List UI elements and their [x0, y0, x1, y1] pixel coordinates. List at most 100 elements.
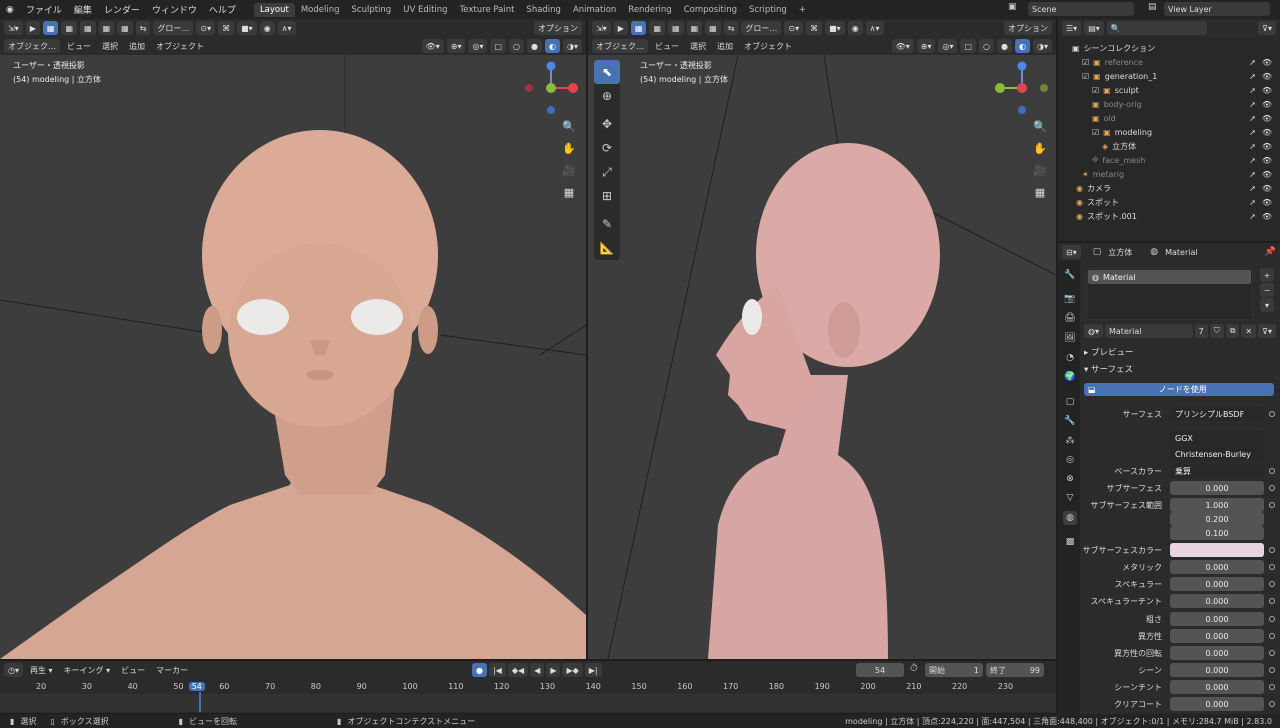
socket-icon[interactable]	[1269, 667, 1275, 673]
shading-material-icon-right[interactable]: ◐	[1015, 39, 1030, 53]
outliner-search-input[interactable]: 🔍	[1106, 21, 1207, 35]
outliner-row[interactable]: ✶ metarig ➚ 👁	[1058, 167, 1280, 181]
xray-icon-right[interactable]: ▢	[960, 39, 977, 53]
shader-input-field[interactable]: 0.000	[1170, 680, 1264, 694]
outliner-row[interactable]: ☑ ▣ sculpt ➚ 👁	[1058, 83, 1280, 97]
overlay-icon-right[interactable]: ◎▾	[938, 39, 958, 53]
menu-object-right[interactable]: オブジェクト	[740, 41, 796, 52]
menu-timeline-view[interactable]: ビュー	[117, 665, 149, 676]
options-dropdown[interactable]: オプション	[534, 21, 582, 35]
socket-icon[interactable]	[1269, 411, 1275, 417]
scale-icon[interactable]: ⤢	[594, 160, 620, 184]
selectable-icon[interactable]: ➚	[1249, 128, 1256, 137]
select-tool-button-right[interactable]: ▶	[613, 21, 628, 35]
exclude-checkbox-icon[interactable]: ☑	[1092, 86, 1099, 95]
orientation-dropdown[interactable]: グロー…	[153, 21, 194, 35]
socket-icon[interactable]	[1269, 616, 1275, 622]
selectable-icon[interactable]: ➚	[1249, 142, 1256, 151]
falloff-icon-right[interactable]: ∧▾	[865, 21, 884, 35]
cursor-icon[interactable]: ⊕	[594, 84, 620, 108]
menu-playback[interactable]: 再生 ▾	[26, 665, 57, 676]
tab-scripting[interactable]: Scripting	[743, 3, 793, 17]
selectable-icon[interactable]: ➚	[1249, 58, 1256, 67]
outliner-row[interactable]: ⟐ face_mesh ➚ 👁	[1058, 153, 1280, 167]
end-frame-field[interactable]: 終了 99	[986, 663, 1044, 677]
play-icon[interactable]: ▶	[546, 663, 561, 677]
snap-target-icon-right[interactable]: ■▾	[825, 21, 845, 35]
surface-shader-field[interactable]: プリンシプルBSDF	[1170, 407, 1264, 421]
outliner-editor-icon[interactable]: ☰▾	[1062, 21, 1082, 35]
shader-input-field[interactable]: 0.000	[1170, 697, 1264, 711]
shader-input-field[interactable]: 0.000	[1170, 612, 1264, 626]
socket-icon[interactable]	[1269, 485, 1275, 491]
select-mode-invert-icon-right[interactable]: ▦	[686, 21, 703, 35]
play-reverse-icon[interactable]: ◀	[530, 663, 545, 677]
start-frame-field[interactable]: 開始 1	[925, 663, 983, 677]
select-box-icon[interactable]: ⬉	[594, 60, 620, 84]
tab-rendering[interactable]: Rendering	[622, 3, 677, 17]
visibility-eye-icon[interactable]: 👁	[1262, 212, 1272, 221]
gizmo-icon[interactable]: ⊕▾	[446, 39, 466, 53]
outliner-row[interactable]: ◈ 立方体 ➚ 👁	[1058, 139, 1280, 153]
gizmo-icon-right[interactable]: ⊕▾	[916, 39, 936, 53]
selectable-icon[interactable]: ➚	[1249, 114, 1256, 123]
outliner-row[interactable]: ☑ ▣ modeling ➚ 👁	[1058, 125, 1280, 139]
right-viewport[interactable]: ⬉ ⊕ ✥ ⟳ ⤢ ⊞ ✎ 📐 ユーザー・透視投影 (54) modeling …	[588, 55, 1056, 659]
annotate-icon[interactable]: ✎	[594, 212, 620, 236]
tab-layout[interactable]: Layout	[253, 2, 295, 17]
select-mode-new-icon-right[interactable]: ▦	[630, 21, 647, 35]
camera-view-icon[interactable]: 🎥	[560, 161, 578, 179]
socket-icon[interactable]	[1269, 684, 1275, 690]
shader-input-field[interactable]: 0.000	[1170, 560, 1264, 574]
camera-view-icon-right[interactable]: 🎥	[1031, 161, 1049, 179]
distribution-dropdown[interactable]: GGX	[1170, 431, 1264, 445]
menu-add-right[interactable]: 追加	[713, 41, 737, 52]
menu-marker[interactable]: マーカー	[152, 665, 192, 676]
mode-dropdown[interactable]: オブジェク…	[4, 39, 60, 53]
constraints-tab-icon[interactable]: ⊗	[1063, 472, 1077, 486]
visibility-eye-icon[interactable]: 👁	[1262, 128, 1272, 137]
pivot-icon-right[interactable]: ⊙▾	[784, 21, 804, 35]
shader-input-field[interactable]: 0.000	[1170, 577, 1264, 591]
transform-icon[interactable]: ⊞	[594, 184, 620, 208]
menu-help[interactable]: ヘルプ	[203, 3, 242, 16]
output-tab-icon[interactable]: 🖨	[1063, 311, 1077, 325]
scene-collection-row[interactable]: ▣ シーンコレクション	[1058, 41, 1280, 55]
material-users-count[interactable]: 7	[1194, 324, 1208, 338]
options-dropdown-right[interactable]: オプション	[1004, 21, 1052, 35]
properties-editor-icon[interactable]: ⊟▾	[1062, 245, 1081, 259]
exclude-checkbox-icon[interactable]: ☑	[1082, 72, 1089, 81]
view-layer-tab-icon[interactable]: 🖼	[1063, 331, 1077, 345]
auto-key-icon[interactable]: ●	[472, 663, 487, 677]
shader-input-field[interactable]: 0.000	[1170, 481, 1264, 495]
tab-compositing[interactable]: Compositing	[678, 3, 743, 17]
move-icon[interactable]: ✥	[594, 112, 620, 136]
physics-tab-icon[interactable]: ◎	[1063, 453, 1077, 467]
shader-input-field[interactable]: 0.000	[1170, 594, 1264, 608]
visibility-eye-icon[interactable]: 👁	[1262, 72, 1272, 81]
shader-input-field[interactable]: 乗算	[1170, 464, 1264, 478]
visibility-eye-icon[interactable]: 👁	[1262, 198, 1272, 207]
shading-solid-icon-right[interactable]: ●	[997, 39, 1013, 53]
scene-tab-icon[interactable]: ◔	[1063, 351, 1077, 365]
select-mode-subtract-icon-right[interactable]: ▦	[668, 21, 684, 35]
menu-object[interactable]: オブジェクト	[152, 41, 208, 52]
view-layer-icon[interactable]: ▤	[1148, 2, 1162, 16]
orientation-icon-right[interactable]: ⇆	[723, 21, 739, 35]
editor-type-button[interactable]: ⇲▾	[4, 21, 23, 35]
pan-hand-icon[interactable]: ✋	[560, 139, 578, 157]
snap-target-icon[interactable]: ■▾	[237, 21, 257, 35]
socket-icon[interactable]	[1269, 701, 1275, 707]
tab-uv-editing[interactable]: UV Editing	[397, 3, 453, 17]
selectable-icon[interactable]: ➚	[1249, 100, 1256, 109]
shader-input-field[interactable]: 0.100	[1170, 526, 1264, 540]
visibility-eye-icon[interactable]: 👁	[1262, 142, 1272, 151]
select-mode-intersect-icon-right[interactable]: ▦	[705, 21, 721, 35]
snap-icon[interactable]: ⌘	[218, 21, 235, 35]
zoom-icon[interactable]: 🔍	[560, 117, 578, 135]
menu-add[interactable]: 追加	[125, 41, 149, 52]
selectable-icon[interactable]: ➚	[1249, 184, 1256, 193]
left-viewport[interactable]: ユーザー・透視投影 (54) modeling | 立方体 🔍 ✋ 🎥 ▦	[0, 55, 586, 659]
mode-dropdown-right[interactable]: オブジェク…	[592, 39, 648, 53]
next-keyframe-icon[interactable]: ▶◆	[562, 663, 583, 677]
